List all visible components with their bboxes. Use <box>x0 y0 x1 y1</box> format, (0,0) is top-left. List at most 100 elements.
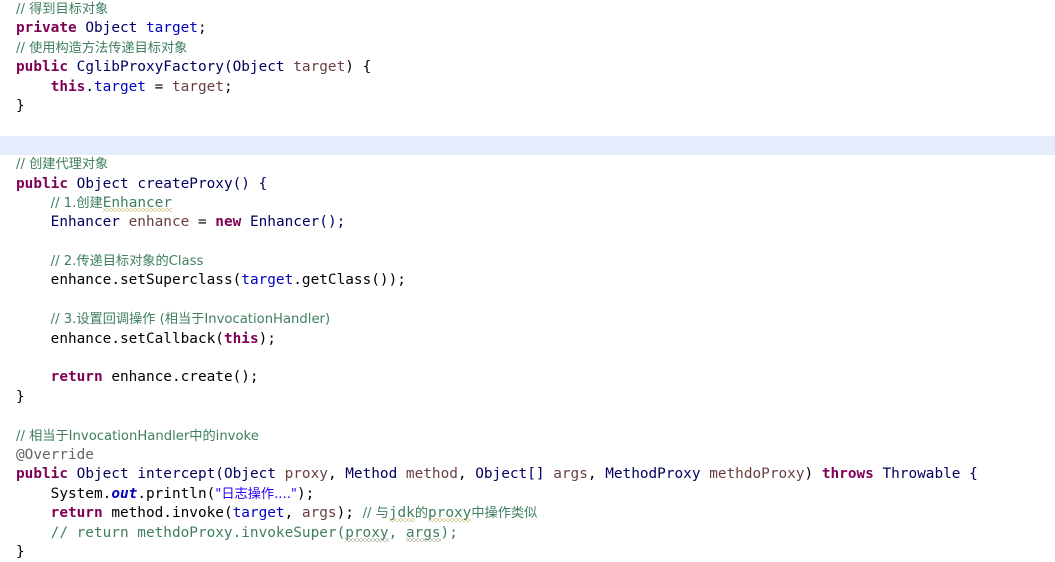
type-token: Object <box>223 466 276 483</box>
keyword-token: return <box>50 505 103 522</box>
code-line: Enhancer enhance = new Enhancer(); <box>0 213 1055 232</box>
constructor-call-token: Enhancer(); <box>249 214 346 231</box>
method-call-token: method.invoke( <box>111 505 233 522</box>
code-line: enhance.setCallback(this); <box>0 330 1055 349</box>
punctuation: . <box>85 78 94 95</box>
method-call-token: .println( <box>137 485 216 502</box>
variable-token: enhance <box>128 214 190 231</box>
parameter-token: target <box>171 78 224 95</box>
keyword-token: new <box>215 214 242 231</box>
code-line: // return methdoProxy.invokeSuper(proxy,… <box>0 524 1055 543</box>
method-call-token: .setSuperclass( <box>111 272 242 289</box>
method-call-token: .getClass()); <box>293 272 406 289</box>
punctuation: ); <box>296 485 315 502</box>
type-token: Object <box>76 175 129 192</box>
punctuation: , <box>587 466 606 483</box>
punctuation: ; <box>197 20 207 37</box>
parameter-token: proxy <box>284 466 328 483</box>
comment-token: // 创建代理对象 <box>16 157 109 173</box>
code-line: // 相当于InvocationHandler中的invoke <box>0 427 1055 446</box>
static-field-token: out <box>111 485 138 502</box>
code-line: return method.invoke(target, args); // 与… <box>0 504 1055 523</box>
punctuation: , <box>327 466 346 483</box>
method-name-token: createProxy() { <box>137 175 268 192</box>
punctuation: , <box>284 505 302 522</box>
operator: = <box>189 214 216 231</box>
punctuation: , <box>457 466 476 483</box>
parameter-token: methdoProxy <box>709 466 805 483</box>
keyword-token: throws <box>821 466 874 483</box>
keyword-token: this <box>50 78 86 95</box>
code-line: private Object target; <box>0 19 1055 38</box>
type-token: Method <box>345 466 398 483</box>
code-line-highlighted <box>0 135 1055 156</box>
comment-spellcheck-token: proxy <box>428 505 472 522</box>
code-line: System.out.println("日志操作...."); <box>0 485 1055 504</box>
field-token: target <box>145 20 198 37</box>
annotation-token: @Override <box>16 446 94 463</box>
method-name-token: intercept( <box>137 466 224 483</box>
expression-token: enhance.create(); <box>111 369 259 386</box>
code-line: } <box>0 97 1055 116</box>
parameter-token: args <box>301 505 337 522</box>
punctuation: ; <box>223 78 233 95</box>
parameter-token: target <box>293 59 346 76</box>
code-line: // 1.创建Enhancer <box>0 194 1055 213</box>
code-line: @Override <box>0 446 1055 465</box>
type-token: Object <box>76 466 129 483</box>
code-line: } <box>0 543 1055 562</box>
punctuation: } <box>16 97 25 114</box>
comment-token: // 使用构造方法传递目标对象 <box>16 40 188 56</box>
keyword-token: public <box>16 175 68 192</box>
code-line: return enhance.create(); <box>0 368 1055 387</box>
method-call-token: .setCallback( <box>111 330 224 347</box>
keyword-token: public <box>16 59 68 76</box>
code-editor[interactable]: // 得到目标对象 private Object target; // 使用构造… <box>0 0 1055 560</box>
class-token: System <box>50 485 103 502</box>
punctuation: ) { <box>345 59 372 76</box>
comment-spellcheck-token: jdk <box>388 505 415 522</box>
field-token: target <box>93 78 146 95</box>
parameter-token: method <box>405 466 458 483</box>
type-token: Enhancer <box>50 214 120 231</box>
type-token: MethodProxy <box>605 466 701 483</box>
comment-token: 的 <box>414 506 429 522</box>
comment-token: 中操作类似 <box>471 506 538 522</box>
comment-token: // 1.创建 <box>50 195 103 211</box>
punctuation: ) <box>804 466 822 483</box>
type-token: Object <box>85 20 138 37</box>
code-line: public Object intercept(Object proxy, Me… <box>0 465 1055 484</box>
type-token: Object <box>232 59 285 76</box>
code-line: // 2.传递目标对象的Class <box>0 252 1055 271</box>
comment-token: // 与 <box>362 506 389 522</box>
code-line: // 创建代理对象 <box>0 155 1055 174</box>
code-line: // 使用构造方法传递目标对象 <box>0 39 1055 58</box>
code-line: // 3.设置回调操作 (相当于InvocationHandler) <box>0 310 1055 329</box>
keyword-token: private <box>16 20 77 37</box>
comment-token: // 2.传递目标对象的Class <box>50 254 204 270</box>
punctuation: ); <box>258 330 276 347</box>
code-line: enhance.setSuperclass(target.getClass())… <box>0 271 1055 290</box>
field-token: target <box>241 272 294 289</box>
comment-spellcheck-token: Enhancer <box>102 194 173 211</box>
exception-token: Throwable { <box>873 466 978 483</box>
comment-spellcheck-token: proxy <box>345 524 389 541</box>
